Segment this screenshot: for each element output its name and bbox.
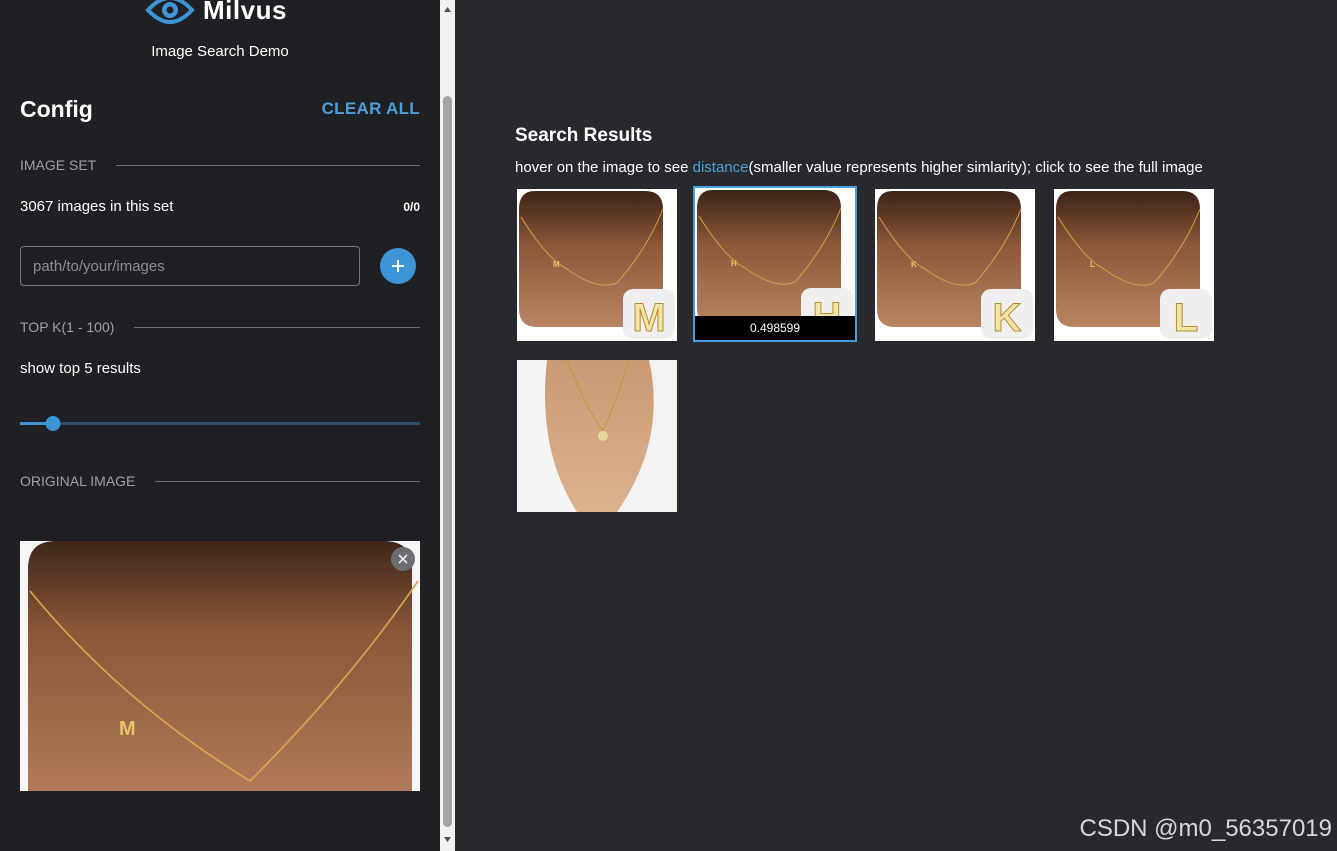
- remove-image-button[interactable]: [391, 547, 415, 571]
- original-image: M: [20, 541, 420, 791]
- pendant-letter: M: [119, 718, 136, 740]
- eye-logo-icon: [145, 0, 195, 24]
- scroll-down-arrow[interactable]: [440, 832, 455, 847]
- result-thumbnail[interactable]: KK: [875, 189, 1035, 341]
- add-image-set-button[interactable]: [380, 248, 416, 284]
- pendant-letter: M: [553, 260, 560, 269]
- section-divider: [134, 326, 420, 328]
- top-k-slider[interactable]: [20, 414, 420, 434]
- config-title: Config: [20, 96, 93, 122]
- image-count-text: 3067 images in this set: [20, 198, 174, 215]
- plus-icon: [392, 260, 404, 272]
- section-divider: [116, 164, 420, 166]
- caret-up-icon: [444, 7, 451, 12]
- sidebar-scrollbar[interactable]: [440, 0, 455, 851]
- scroll-thumb[interactable]: [443, 96, 452, 827]
- results-panel: Search Results hover on the image to see…: [455, 0, 1337, 851]
- hint-prefix: hover on the image to see: [515, 159, 693, 176]
- image-set-section-header: IMAGE SET: [20, 157, 420, 173]
- pendant-letter: L: [1174, 296, 1198, 340]
- watermark: CSDN @m0_56357019: [1079, 815, 1332, 842]
- distance-overlay: 0.498599: [695, 316, 855, 340]
- hint-suffix: (smaller value represents higher simlari…: [748, 159, 1203, 176]
- caret-down-icon: [444, 837, 451, 842]
- app-subtitle: Image Search Demo: [151, 43, 289, 60]
- slider-track: [20, 422, 420, 425]
- image-count-ratio: 0/0: [403, 200, 420, 214]
- necklace-photo: LL: [1054, 189, 1214, 341]
- results-hint: hover on the image to see distance(small…: [515, 159, 1203, 176]
- result-thumbnail[interactable]: LL: [1054, 189, 1214, 341]
- pendant-letter: M: [632, 296, 665, 340]
- image-path-input[interactable]: [20, 246, 360, 286]
- pendant-letter: H: [731, 259, 737, 268]
- section-divider: [155, 480, 420, 482]
- top-k-label: TOP K(1 - 100): [20, 319, 115, 335]
- result-thumbnail[interactable]: [517, 360, 677, 512]
- pendant-letter: L: [1090, 260, 1095, 269]
- clear-all-button[interactable]: CLEAR ALL: [322, 99, 420, 119]
- slider-thumb[interactable]: [45, 416, 61, 431]
- original-image-section-header: ORIGINAL IMAGE: [20, 473, 420, 489]
- results-title: Search Results: [515, 125, 653, 146]
- top-k-section-header: TOP K(1 - 100): [20, 319, 420, 335]
- top-k-summary: show top 5 results: [20, 360, 141, 377]
- config-sidebar: Milvus Image Search Demo Config CLEAR AL…: [0, 0, 440, 851]
- distance-link[interactable]: distance: [693, 159, 749, 176]
- original-image-label: ORIGINAL IMAGE: [20, 473, 136, 489]
- result-thumbnail[interactable]: MM: [517, 189, 677, 341]
- necklace-photo: MM: [517, 189, 677, 341]
- milvus-logo: Milvus: [145, 0, 287, 28]
- necklace-photo: [517, 360, 677, 512]
- pendant-letter: K: [911, 260, 917, 269]
- pendant-letter: K: [993, 296, 1022, 340]
- scroll-up-arrow[interactable]: [440, 2, 455, 17]
- result-thumbnail[interactable]: HH0.498599: [693, 186, 857, 342]
- brand-name: Milvus: [203, 0, 287, 25]
- close-icon: [398, 554, 408, 564]
- necklace-photo: KK: [875, 189, 1035, 341]
- necklace-photo: M: [20, 541, 420, 791]
- image-set-label: IMAGE SET: [20, 157, 97, 173]
